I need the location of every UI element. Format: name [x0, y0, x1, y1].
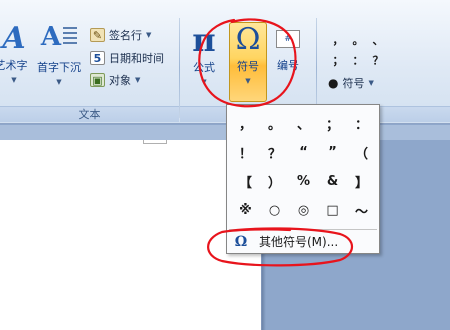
object-icon: ▣ [90, 73, 105, 87]
wordart-icon: A [2, 21, 26, 56]
special-symbol[interactable]: ： [348, 52, 368, 72]
special-symbols-grid: ， 。 、 ； ： ？ [328, 32, 388, 72]
omega-icon: Ω [235, 22, 261, 57]
dropcap-label: 首字下沉 [37, 61, 81, 74]
symbol-cell[interactable]: ？ [260, 138, 289, 167]
datetime-button[interactable]: 5 日期和时间 [90, 50, 164, 66]
number-label: 编号 [277, 59, 299, 72]
signature-line-button[interactable]: ✎ 签名行 ▼ [90, 27, 151, 43]
pi-icon: π [192, 21, 216, 59]
symbol-cell[interactable]: ○ [260, 196, 289, 225]
special-symbol[interactable]: 、 [368, 32, 388, 52]
wordart-label: 艺术字 [0, 59, 28, 72]
chevron-down-icon: ▼ [146, 31, 152, 39]
ribbon: A 艺术字 ▼ A 首字下沉 ▼ ✎ 签名行 ▼ 5 日期和时间 ▣ 对象 ▼ … [0, 0, 450, 124]
chevron-down-icon: ▼ [245, 77, 251, 85]
number-button[interactable]: # 编号 [271, 30, 305, 73]
special-symbol[interactable]: 。 [348, 32, 368, 52]
symbol-cell[interactable]: ： [347, 109, 376, 138]
wordart-button[interactable]: A 艺术字 ▼ [0, 21, 30, 85]
ruler-strip [0, 125, 450, 140]
symbol-grid: ， 。 、 ； ： ！ ？ “ ” （ 【 ） % & 】 ※ ○ ◎ □ ～ [231, 109, 377, 225]
chevron-down-icon: ▼ [135, 76, 141, 84]
signature-label: 签名行 [109, 29, 142, 42]
symbol-cell[interactable]: 、 [289, 109, 318, 138]
symbol-cell[interactable]: 】 [347, 167, 376, 196]
dropcap-button[interactable]: A 首字下沉 ▼ [34, 24, 84, 86]
menu-divider [229, 229, 377, 230]
symbol-cell[interactable]: ” [318, 138, 347, 167]
equation-button[interactable]: π 公式 ▼ [186, 24, 222, 86]
chevron-down-icon: ▼ [56, 78, 62, 86]
group-divider [179, 18, 180, 118]
symbol-cell[interactable]: & [318, 167, 347, 196]
symbol-cell[interactable]: ◎ [289, 196, 318, 225]
special-symbol-button[interactable]: ● 符号 ▼ [328, 75, 374, 91]
symbol-cell[interactable]: 【 [231, 167, 260, 196]
text-group-label: 文本 [0, 106, 179, 122]
object-label: 对象 [109, 74, 131, 87]
symbol-cell[interactable]: ， [231, 109, 260, 138]
equation-label: 公式 [193, 61, 215, 74]
more-symbols-button[interactable]: Ω 其他符号(M)... [229, 232, 377, 251]
datetime-label: 日期和时间 [109, 52, 164, 65]
omega-icon: Ω [234, 233, 248, 250]
symbol-label: 符号 [237, 60, 259, 73]
symbol-cell[interactable]: ～ [347, 196, 376, 225]
object-button[interactable]: ▣ 对象 ▼ [90, 72, 140, 88]
special-symbol[interactable]: ， [328, 32, 348, 52]
special-symbol-label: 符号 [342, 77, 365, 90]
symbol-cell[interactable]: ； [318, 109, 347, 138]
ruler-marker [143, 140, 167, 144]
symbol-cell[interactable]: （ [347, 138, 376, 167]
bullet-icon: ● [328, 76, 339, 90]
symbol-cell[interactable]: ※ [231, 196, 260, 225]
symbol-dropdown: ， 。 、 ； ： ！ ？ “ ” （ 【 ） % & 】 ※ ○ ◎ □ ～ … [226, 104, 380, 254]
special-symbol[interactable]: ； [328, 52, 348, 72]
symbol-cell[interactable]: % [289, 167, 318, 196]
numbering-icon: # [276, 30, 300, 48]
symbol-cell[interactable]: ） [260, 167, 289, 196]
symbol-button[interactable]: Ω 符号 ▼ [229, 22, 267, 102]
calendar-icon: 5 [90, 51, 105, 65]
symbol-cell[interactable]: ！ [231, 138, 260, 167]
chevron-down-icon: ▼ [368, 79, 374, 87]
document-page[interactable] [0, 140, 262, 330]
chevron-down-icon: ▼ [11, 76, 17, 84]
chevron-down-icon: ▼ [201, 78, 207, 86]
more-symbols-label: 其他符号(M)... [259, 235, 339, 249]
signature-icon: ✎ [90, 28, 105, 42]
symbol-cell[interactable]: “ [289, 138, 318, 167]
dropcap-icon: A [41, 24, 78, 56]
symbol-cell[interactable]: 。 [260, 109, 289, 138]
special-symbol[interactable]: ？ [368, 52, 388, 72]
group-divider [316, 18, 317, 118]
symbol-cell[interactable]: □ [318, 196, 347, 225]
